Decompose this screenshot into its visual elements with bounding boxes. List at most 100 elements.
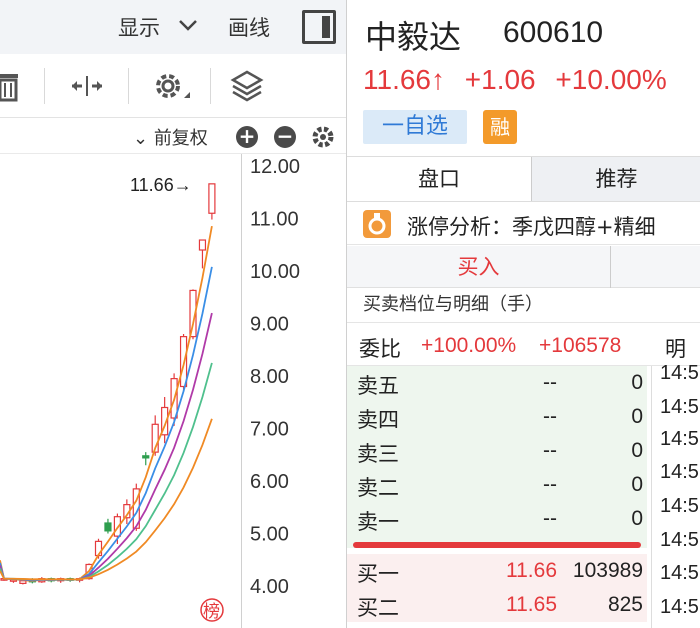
y-tick-label: 9.00 bbox=[250, 314, 289, 336]
stock-code: 600610 bbox=[503, 16, 604, 49]
level-qty: 825 bbox=[607, 593, 643, 616]
ratio-diff: +106578 bbox=[539, 334, 622, 357]
chevron-down-icon[interactable] bbox=[177, 16, 199, 34]
tab-order-book[interactable]: 盘口 bbox=[347, 157, 531, 201]
chart-settings-icon[interactable] bbox=[310, 124, 336, 150]
level-qty: 0 bbox=[631, 473, 643, 496]
level-price: -- bbox=[543, 371, 557, 394]
bid-levels: 买一 11.66 103989 买二 11.65 825 bbox=[347, 554, 647, 622]
y-tick-label: 4.00 bbox=[250, 576, 289, 598]
kline-chart[interactable]: 12.00 11.00 10.00 9.00 8.00 7.00 6.00 5.00 4.00 1… bbox=[0, 154, 346, 628]
bid-row: 买二 11.65 825 bbox=[347, 588, 647, 622]
toolbar-divider bbox=[44, 68, 45, 104]
candle-body bbox=[208, 183, 216, 214]
panel-toggle-icon[interactable] bbox=[302, 10, 336, 44]
trash-icon[interactable] bbox=[0, 68, 22, 104]
last-price: 11.66↑ bbox=[363, 64, 445, 95]
limit-up-analysis[interactable]: 涨停分析：季戊四醇+精细 bbox=[347, 203, 700, 245]
bid-ask-ratio-row: 委比 +100.00% +106578 明细 bbox=[347, 322, 700, 391]
tick-time: 14:5 bbox=[660, 596, 699, 618]
draw-line-button[interactable]: 画线 bbox=[228, 12, 270, 42]
level-price: -- bbox=[543, 473, 557, 496]
tick-time: 14:5 bbox=[660, 529, 699, 551]
level-name: 卖二 bbox=[357, 476, 399, 500]
level-qty: 0 bbox=[631, 439, 643, 462]
tick-time: 14:5 bbox=[660, 495, 699, 517]
remove-watchlist-button[interactable]: 一自选 bbox=[363, 110, 467, 144]
level-price: 11.66 bbox=[506, 559, 557, 582]
analysis-text: 涨停分析：季戊四醇+精细 bbox=[407, 215, 656, 239]
gear-icon[interactable] bbox=[152, 68, 192, 104]
level-name: 卖五 bbox=[357, 374, 399, 398]
level-qty: 103989 bbox=[572, 559, 643, 582]
zoom-in-icon[interactable]: + bbox=[236, 126, 258, 148]
level-qty: 0 bbox=[631, 507, 643, 530]
level-price: -- bbox=[543, 507, 557, 530]
quote-tabs: 盘口 推荐 bbox=[347, 156, 700, 202]
level-name: 卖一 bbox=[357, 510, 399, 534]
level-qty: 0 bbox=[631, 371, 643, 394]
price-adjust-dropdown[interactable]: ⌄ 前复权 bbox=[133, 124, 208, 150]
ask-row: 卖四 -- 0 bbox=[347, 400, 647, 434]
chart-tool-strip bbox=[0, 54, 346, 118]
ask-row: 卖二 -- 0 bbox=[347, 468, 647, 502]
tick-time: 14:5 bbox=[660, 428, 699, 450]
tick-time: 14:5 bbox=[660, 562, 699, 584]
level-name: 买一 bbox=[357, 562, 399, 586]
chart-top-bar: 显示 画线 bbox=[0, 0, 346, 54]
level-name: 卖四 bbox=[357, 408, 399, 432]
ask-row: 卖三 -- 0 bbox=[347, 434, 647, 468]
price-adjust-label: 前复权 bbox=[153, 128, 208, 149]
price-change: +1.06 bbox=[464, 64, 536, 95]
tab-recommend[interactable]: 推荐 bbox=[531, 157, 700, 201]
margin-trading-badge[interactable]: 融 bbox=[483, 110, 517, 144]
tick-time: 14:5 bbox=[660, 362, 699, 384]
toolbar-divider bbox=[128, 68, 129, 104]
last-price-marker: 11.66→ bbox=[130, 175, 192, 195]
ratio-percent: +100.00% bbox=[421, 334, 517, 357]
moving-average-line bbox=[0, 266, 213, 582]
chart-option-bar: ⌄ 前复权 + − bbox=[0, 118, 346, 154]
tick-time: 14:5 bbox=[660, 461, 699, 483]
moving-average-line bbox=[0, 362, 213, 581]
app-root: 显示 画线 ⌄ 前复权 + − 12.00 11.00 10.00 9.00 8… bbox=[0, 0, 700, 628]
order-book: 卖五 -- 0 卖四 -- 0 卖三 -- 0 卖二 -- 0 卖一 -- 0 买一 11.66 103… bbox=[347, 366, 647, 622]
y-tick-label: 11.00 bbox=[250, 209, 299, 231]
analysis-icon bbox=[363, 210, 391, 238]
display-menu-button[interactable]: 显示 bbox=[118, 12, 160, 42]
candle-body bbox=[104, 522, 112, 532]
quote-pane: 中毅达 600610 11.66↑ +1.06 +10.00% 一自选 融 盘口… bbox=[346, 0, 700, 628]
tick-time: 14:5 bbox=[660, 396, 699, 418]
y-tick-label: 8.00 bbox=[250, 366, 289, 388]
level-name: 卖三 bbox=[357, 442, 399, 466]
moving-average-line bbox=[0, 418, 213, 581]
bid-row: 买一 11.66 103989 bbox=[347, 554, 647, 588]
quote-line: 11.66↑ +1.06 +10.00% bbox=[363, 64, 679, 96]
ask-levels: 卖五 -- 0 卖四 -- 0 卖三 -- 0 卖二 -- 0 卖一 -- 0 bbox=[347, 366, 647, 548]
y-tick-label: 10.00 bbox=[250, 261, 300, 283]
y-tick-label: 5.00 bbox=[250, 524, 289, 546]
stock-name: 中毅达 bbox=[365, 18, 462, 56]
candle-body bbox=[198, 239, 207, 251]
chart-pane: 显示 画线 ⌄ 前复权 + − 12.00 11.00 10.00 9.00 8… bbox=[0, 0, 346, 628]
level-price: 11.65 bbox=[506, 593, 557, 616]
y-tick-label: 12.00 bbox=[250, 156, 300, 178]
level-price: -- bbox=[543, 405, 557, 428]
y-tick-label: 7.00 bbox=[250, 419, 289, 441]
trade-detail-column[interactable]: 14:5 14:5 14:5 14:5 14:5 14:5 14:5 14:5 bbox=[651, 362, 700, 628]
buy-button[interactable]: 买入 bbox=[347, 246, 611, 288]
ratio-label: 委比 bbox=[359, 337, 401, 361]
trade-bar: 买入 bbox=[347, 246, 700, 288]
price-divider bbox=[353, 542, 641, 548]
level-qty: 0 bbox=[631, 405, 643, 428]
zoom-out-icon[interactable]: − bbox=[274, 126, 296, 148]
resize-horizontal-icon[interactable] bbox=[70, 68, 104, 104]
candle-body bbox=[142, 455, 150, 459]
price-change-pct: +10.00% bbox=[555, 64, 667, 95]
order-book-title: 买卖档位与明细（手） bbox=[363, 294, 543, 315]
level-price: -- bbox=[543, 439, 557, 462]
rank-badge: 榜 bbox=[203, 602, 220, 622]
layers-icon[interactable] bbox=[230, 68, 264, 104]
ask-row: 卖一 -- 0 bbox=[347, 502, 647, 536]
ask-row: 卖五 -- 0 bbox=[347, 366, 647, 400]
